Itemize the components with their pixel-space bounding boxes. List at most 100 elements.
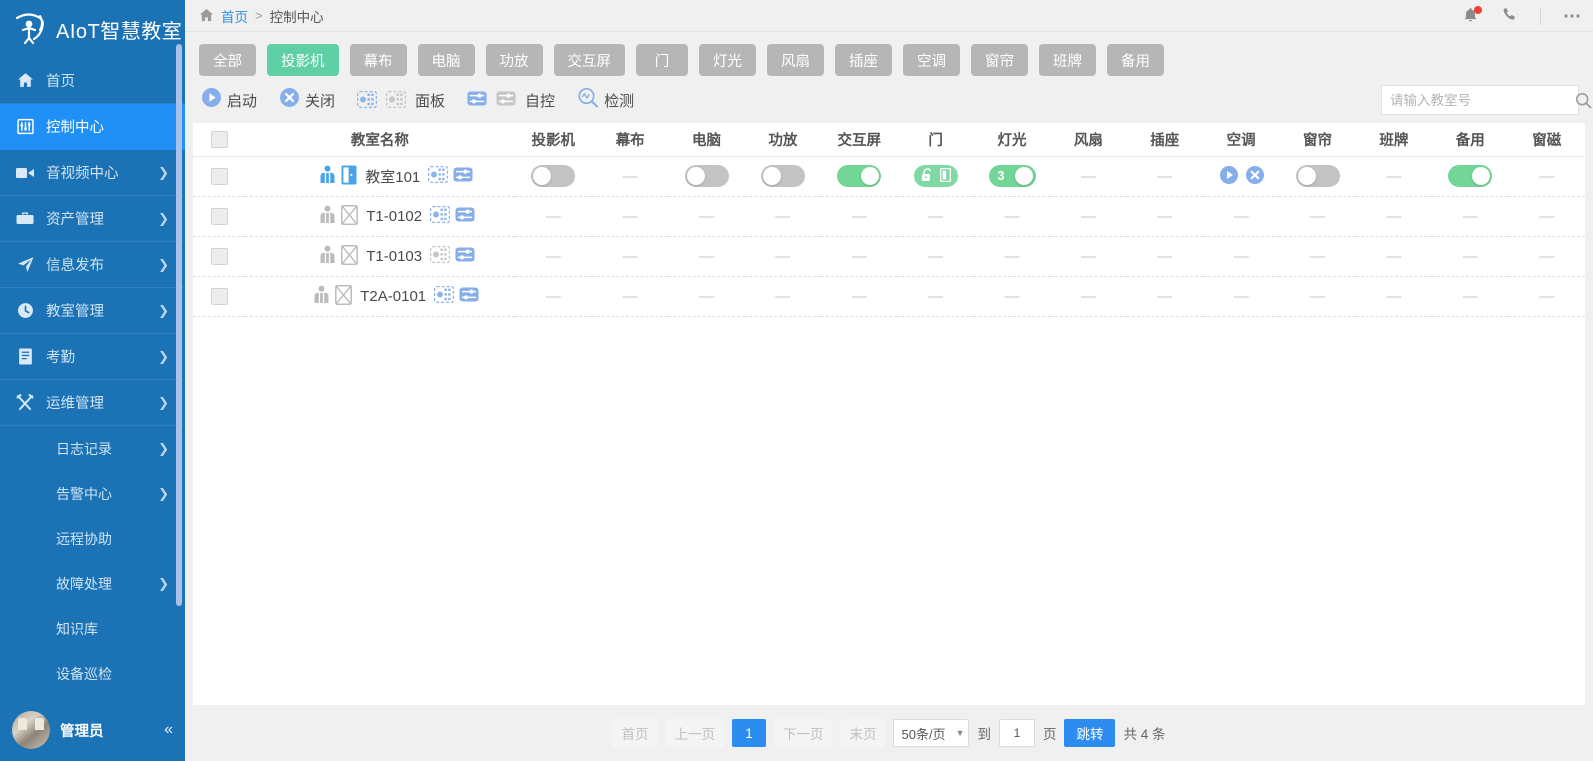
panel-icon[interactable] bbox=[428, 166, 448, 186]
action-start[interactable]: 启动 bbox=[201, 87, 257, 113]
page-next-button[interactable]: 下一页 bbox=[774, 719, 833, 747]
table-row: T2A-0101 — — — — bbox=[193, 276, 1585, 316]
filter-chip-spare[interactable]: 备用 bbox=[1107, 44, 1164, 76]
sidebar-item-ops[interactable]: 运维管理 ❯ bbox=[0, 380, 185, 426]
empty-dash: — bbox=[852, 208, 867, 225]
cell-aircon: — bbox=[1203, 276, 1279, 316]
search-box bbox=[1381, 85, 1579, 115]
filter-chip-light[interactable]: 灯光 bbox=[699, 44, 756, 76]
page-prev-button[interactable]: 上一页 bbox=[665, 719, 724, 747]
panel-icon[interactable] bbox=[430, 206, 450, 226]
cell-screen: — bbox=[592, 156, 668, 196]
select-all-checkbox[interactable] bbox=[211, 131, 228, 148]
spare-toggle[interactable] bbox=[1448, 165, 1492, 187]
curtain-toggle[interactable] bbox=[1296, 165, 1340, 187]
sidebar-item-classroom[interactable]: 教室管理 ❯ bbox=[0, 288, 185, 334]
cell-light: — bbox=[974, 236, 1050, 276]
action-autocontrol[interactable]: 自控 bbox=[467, 90, 555, 111]
chevron-down-icon: ▼ bbox=[956, 728, 965, 738]
empty-dash: — bbox=[1081, 208, 1096, 225]
row-checkbox[interactable] bbox=[211, 168, 228, 185]
panel-icon[interactable] bbox=[434, 286, 454, 306]
sidebar-item-asset[interactable]: 资产管理 ❯ bbox=[0, 196, 185, 242]
filter-chip-curtain[interactable]: 窗帘 bbox=[971, 44, 1028, 76]
jump-page-input[interactable] bbox=[999, 719, 1035, 747]
filter-chip-classboard[interactable]: 班牌 bbox=[1039, 44, 1096, 76]
filter-chip-amplifier[interactable]: 功放 bbox=[486, 44, 543, 76]
auto-control-icon[interactable] bbox=[453, 167, 473, 185]
sidebar-item-control-center[interactable]: 控制中心 bbox=[0, 104, 185, 150]
sidebar-subitem-alarm[interactable]: 告警中心 ❯ bbox=[0, 471, 185, 516]
sidebar-scrollbar[interactable] bbox=[176, 44, 182, 606]
cell-socket: — bbox=[1127, 156, 1203, 196]
row-checkbox[interactable] bbox=[211, 208, 228, 225]
amplifier-toggle[interactable] bbox=[761, 165, 805, 187]
chevron-right-icon: ❯ bbox=[158, 487, 169, 500]
cell-screen: — bbox=[592, 236, 668, 276]
cell-door: — bbox=[897, 196, 973, 236]
filter-chip-all[interactable]: 全部 bbox=[199, 44, 256, 76]
row-checkbox[interactable] bbox=[211, 248, 228, 265]
filter-chip-aircon[interactable]: 空调 bbox=[903, 44, 960, 76]
close-circle-icon[interactable] bbox=[1245, 165, 1264, 184]
filter-chip-interactive-display[interactable]: 交互屏 bbox=[554, 44, 626, 76]
sidebar-label: 运维管理 bbox=[46, 392, 158, 413]
jump-button[interactable]: 跳转 bbox=[1064, 719, 1115, 747]
phone-icon[interactable] bbox=[1501, 7, 1518, 24]
notification-badge bbox=[1474, 6, 1482, 14]
sidebar-subitem-logs[interactable]: 日志记录 ❯ bbox=[0, 426, 185, 471]
page-last-button[interactable]: 末页 bbox=[840, 719, 885, 747]
action-panel[interactable]: 面板 bbox=[357, 90, 445, 111]
auto-control-icon bbox=[467, 91, 487, 109]
cell-computer bbox=[668, 156, 744, 196]
search-icon[interactable] bbox=[1575, 86, 1592, 114]
filter-chip-fan[interactable]: 风扇 bbox=[767, 44, 824, 76]
action-label: 启动 bbox=[227, 90, 257, 111]
sidebar-item-publish[interactable]: 信息发布 ❯ bbox=[0, 242, 185, 288]
page-first-button[interactable]: 首页 bbox=[612, 719, 657, 747]
row-checkbox[interactable] bbox=[211, 288, 228, 305]
door-icon[interactable] bbox=[940, 168, 951, 185]
more-horizontal-icon[interactable] bbox=[1563, 13, 1581, 19]
door-control[interactable] bbox=[914, 165, 958, 187]
projector-toggle[interactable] bbox=[531, 165, 575, 187]
empty-dash: — bbox=[699, 248, 714, 265]
sidebar-label: 首页 bbox=[46, 70, 185, 91]
home-icon bbox=[199, 8, 214, 23]
interactive-display-toggle[interactable] bbox=[837, 165, 881, 187]
page-number-1[interactable]: 1 bbox=[732, 719, 766, 747]
computer-toggle[interactable] bbox=[685, 165, 729, 187]
filter-chip-screen[interactable]: 幕布 bbox=[350, 44, 407, 76]
play-circle-icon[interactable] bbox=[1219, 165, 1238, 184]
action-stop[interactable]: 关闭 bbox=[279, 87, 335, 113]
sidebar-subitem-knowledge[interactable]: 知识库 bbox=[0, 606, 185, 651]
sidebar-item-home[interactable]: 首页 bbox=[0, 58, 185, 104]
sidebar-subitem-fault[interactable]: 故障处理 ❯ bbox=[0, 561, 185, 606]
avatar[interactable] bbox=[12, 711, 50, 749]
bell-icon[interactable] bbox=[1462, 7, 1479, 24]
action-detect[interactable]: 检测 bbox=[577, 87, 634, 113]
sidebar-item-av-center[interactable]: 音视频中心 ❯ bbox=[0, 150, 185, 196]
breadcrumb-home-link[interactable]: 首页 bbox=[221, 6, 248, 26]
double-chevron-left-icon[interactable]: « bbox=[164, 721, 173, 739]
light-level: 3 bbox=[998, 165, 1005, 187]
people-icon bbox=[319, 165, 336, 187]
sidebar-subitem-inspection[interactable]: 设备巡检 bbox=[0, 651, 185, 696]
unlock-icon[interactable] bbox=[921, 168, 934, 185]
empty-dash: — bbox=[775, 208, 790, 225]
sidebar-item-attendance[interactable]: 考勤 ❯ bbox=[0, 334, 185, 380]
auto-control-icon[interactable] bbox=[455, 207, 475, 225]
light-toggle[interactable]: 3 bbox=[989, 165, 1036, 187]
auto-control-icon[interactable] bbox=[459, 287, 479, 305]
filter-chip-door[interactable]: 门 bbox=[636, 44, 688, 76]
search-input[interactable] bbox=[1382, 86, 1575, 114]
page-size-select[interactable]: 50条/页 ▼ bbox=[893, 719, 969, 747]
sidebar-subitem-remote[interactable]: 远程协助 bbox=[0, 516, 185, 561]
filter-chip-projector[interactable]: 投影机 bbox=[267, 44, 339, 76]
filter-chip-computer[interactable]: 电脑 bbox=[418, 44, 475, 76]
panel-off-icon[interactable] bbox=[430, 246, 450, 266]
filter-chip-socket[interactable]: 插座 bbox=[835, 44, 892, 76]
auto-control-icon[interactable] bbox=[455, 247, 475, 265]
row-name-cell: T1-0102 bbox=[245, 196, 514, 236]
sidebar-sublabel: 日志记录 bbox=[56, 439, 158, 459]
